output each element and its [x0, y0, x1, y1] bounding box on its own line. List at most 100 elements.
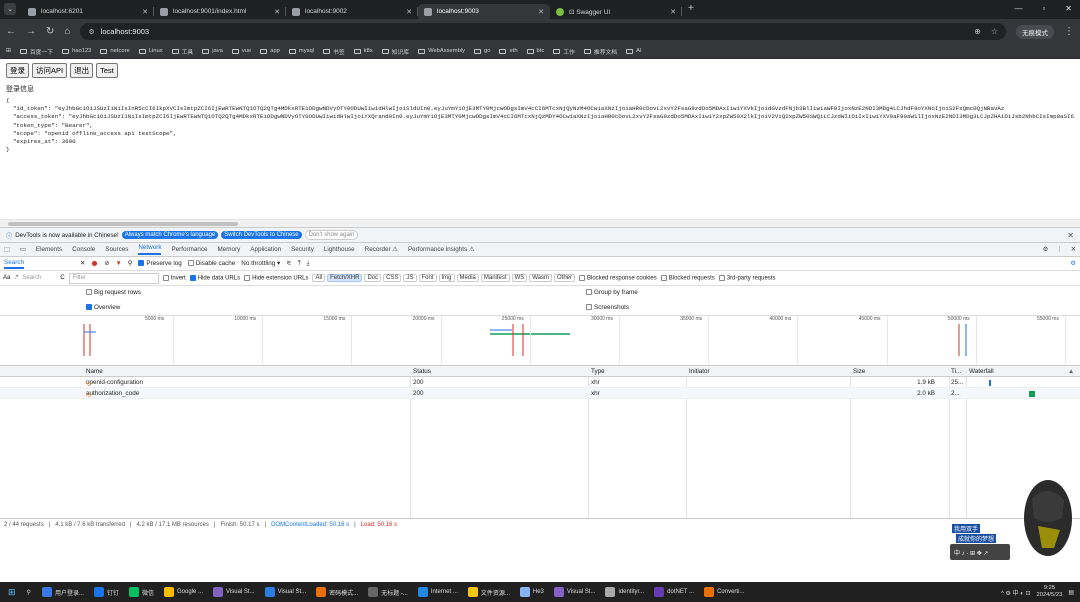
inspect-element-icon[interactable]: ⬚: [4, 246, 10, 253]
tab-close-icon[interactable]: ✕: [538, 8, 544, 16]
browser-tab[interactable]: localhost:9002 ✕: [286, 4, 418, 19]
devtools-tab[interactable]: Application: [250, 246, 281, 253]
home-icon[interactable]: ⌂: [64, 26, 70, 37]
refresh-search-icon[interactable]: C: [60, 275, 64, 281]
devtools-tab[interactable]: Recorder ⚠: [365, 246, 398, 253]
type-filter-button[interactable]: Img: [438, 274, 455, 282]
column-header-waterfall[interactable]: Waterfall: [969, 368, 994, 375]
bookmark-item[interactable]: mysql: [288, 48, 314, 54]
bookmark-item[interactable]: k8s: [353, 48, 373, 54]
clear-icon[interactable]: ⊘: [104, 260, 109, 267]
search-icon[interactable]: ⚲: [128, 260, 133, 267]
bookmark-item[interactable]: app: [260, 48, 280, 54]
type-filter-button[interactable]: CSS: [383, 274, 402, 282]
type-filter-button[interactable]: JS: [403, 274, 417, 282]
taskbar-app-button[interactable]: He3: [516, 584, 548, 600]
network-conditions-icon[interactable]: ⚟: [286, 260, 292, 267]
disable-cache-checkbox[interactable]: Disable cache: [187, 260, 235, 267]
taskbar-app-button[interactable]: 微信: [125, 584, 158, 600]
forward-icon[interactable]: →: [26, 26, 36, 37]
taskbar-app-button[interactable]: 用户登录...: [38, 584, 88, 600]
bookmark-item[interactable]: java: [202, 48, 223, 54]
taskbar-app-button[interactable]: 钉钉: [90, 584, 123, 600]
taskbar-app-button[interactable]: Visual St...: [209, 584, 259, 600]
bookmark-star-icon[interactable]: ☆: [991, 27, 998, 36]
screenshots-checkbox[interactable]: Screenshots: [586, 304, 629, 311]
tab-close-icon[interactable]: ✕: [142, 8, 148, 16]
type-filter-button[interactable]: Other: [554, 274, 576, 282]
bookmark-item[interactable]: hao123: [62, 48, 91, 54]
filter-icon[interactable]: ▼: [116, 260, 122, 267]
site-info-icon[interactable]: ⚙: [88, 28, 94, 36]
bookmark-item[interactable]: 工具: [171, 47, 193, 56]
type-filter-button[interactable]: Fetch/XHR: [327, 274, 363, 282]
bookmark-item[interactable]: WebAssembly: [418, 48, 465, 54]
bookmark-item[interactable]: 百度一下: [19, 47, 53, 56]
record-icon[interactable]: [91, 260, 99, 267]
taskbar-app-button[interactable]: 文件资源...: [464, 584, 514, 600]
blocked-cookies-checkbox[interactable]: Blocked response cookies: [579, 274, 657, 281]
type-filter-button[interactable]: WS: [511, 274, 528, 282]
close-devtools-icon[interactable]: ✕: [1071, 246, 1076, 253]
column-header-initiator[interactable]: Initiator: [689, 368, 710, 375]
apps-icon[interactable]: ⊞: [6, 48, 11, 54]
devtools-tab[interactable]: Sources: [105, 246, 128, 253]
taskbar-app-button[interactable]: 无标题 -...: [364, 584, 412, 600]
bookmark-item[interactable]: 推荐文档: [583, 47, 617, 56]
third-party-checkbox[interactable]: 3rd-party requests: [718, 274, 775, 281]
tab-close-icon[interactable]: ✕: [670, 8, 676, 16]
bookmark-item[interactable]: AI: [626, 48, 642, 54]
bookmark-item[interactable]: go: [474, 48, 490, 54]
search-panel-tab[interactable]: Search: [4, 259, 24, 269]
hide-data-urls-checkbox[interactable]: Hide data URLs: [189, 274, 240, 281]
always-match-language-button[interactable]: Always match Chrome's language: [121, 231, 219, 239]
preserve-log-checkbox[interactable]: Preserve log: [138, 260, 182, 267]
bookmark-item[interactable]: vue: [231, 48, 251, 54]
type-filter-button[interactable]: Font: [418, 274, 437, 282]
type-filter-button[interactable]: Manifest: [480, 274, 510, 282]
close-search-icon[interactable]: ✕: [80, 260, 85, 267]
devtools-tab[interactable]: Performance insights ⚠: [408, 246, 475, 253]
devtools-tab[interactable]: Elements: [36, 246, 62, 253]
export-har-icon[interactable]: ⤓: [307, 260, 310, 268]
invert-checkbox[interactable]: Invert: [162, 274, 186, 281]
tab-close-icon[interactable]: ✕: [406, 8, 412, 16]
taskbar-app-button[interactable]: Visual St...: [261, 584, 311, 600]
new-tab-button[interactable]: +: [688, 3, 694, 14]
blocked-requests-checkbox[interactable]: Blocked requests: [660, 274, 715, 281]
type-filter-button[interactable]: Wasm: [529, 274, 553, 282]
column-header-type[interactable]: Type: [591, 368, 605, 375]
filter-input[interactable]: Filter: [68, 272, 159, 284]
tab-close-icon[interactable]: ✕: [274, 8, 280, 16]
notification-icon[interactable]: ▤: [1068, 589, 1074, 596]
type-filter-button[interactable]: All: [312, 274, 326, 282]
column-header-status[interactable]: Status: [413, 368, 431, 375]
taskbar-app-button[interactable]: Converti...: [700, 584, 748, 600]
address-bar[interactable]: ⚙ localhost:9003 ⊕ ☆: [80, 23, 1006, 40]
table-row[interactable]: ⟲ openid-configuration 200 xhr 1.9 kB 25...: [0, 377, 1080, 388]
browser-tab[interactable]: ⊡ Swagger UI ✕: [550, 4, 682, 19]
more-menu-icon[interactable]: ⋮: [1064, 26, 1074, 37]
bookmark-item[interactable]: btc: [526, 48, 544, 54]
devtools-tab[interactable]: Security: [291, 246, 314, 253]
devtools-tab[interactable]: Performance: [171, 246, 207, 253]
devtools-tab[interactable]: Memory: [218, 246, 241, 253]
test-button[interactable]: Test: [96, 63, 118, 78]
taskbar-app-button[interactable]: Internet ...: [414, 584, 462, 600]
back-icon[interactable]: ←: [6, 26, 16, 37]
browser-tab[interactable]: localhost:6201 ✕: [22, 4, 154, 19]
close-banner-icon[interactable]: ✕: [1067, 231, 1074, 240]
taskbar-app-button[interactable]: Google ...: [160, 584, 207, 600]
minimize-icon[interactable]: —: [1014, 4, 1022, 13]
more-options-icon[interactable]: ⋮: [1056, 246, 1062, 253]
logout-button[interactable]: 退出: [70, 63, 94, 78]
zoom-icon[interactable]: ⊕: [974, 27, 981, 36]
throttling-select[interactable]: No throttling ▾: [241, 260, 280, 267]
incognito-profile-button[interactable]: 无痕模式: [1016, 24, 1054, 39]
column-header-time[interactable]: Ti...: [951, 368, 961, 375]
settings-icon[interactable]: ⚙: [1043, 246, 1049, 253]
tab-search-button[interactable]: ⌄: [4, 2, 16, 15]
bookmark-item[interactable]: Linux: [138, 48, 163, 54]
taskbar-app-button[interactable]: identityr...: [601, 584, 648, 600]
network-overview-timeline[interactable]: 5000 ms 10000 ms 15000 ms 20000 ms 25000 ms 3…: [0, 316, 1080, 366]
